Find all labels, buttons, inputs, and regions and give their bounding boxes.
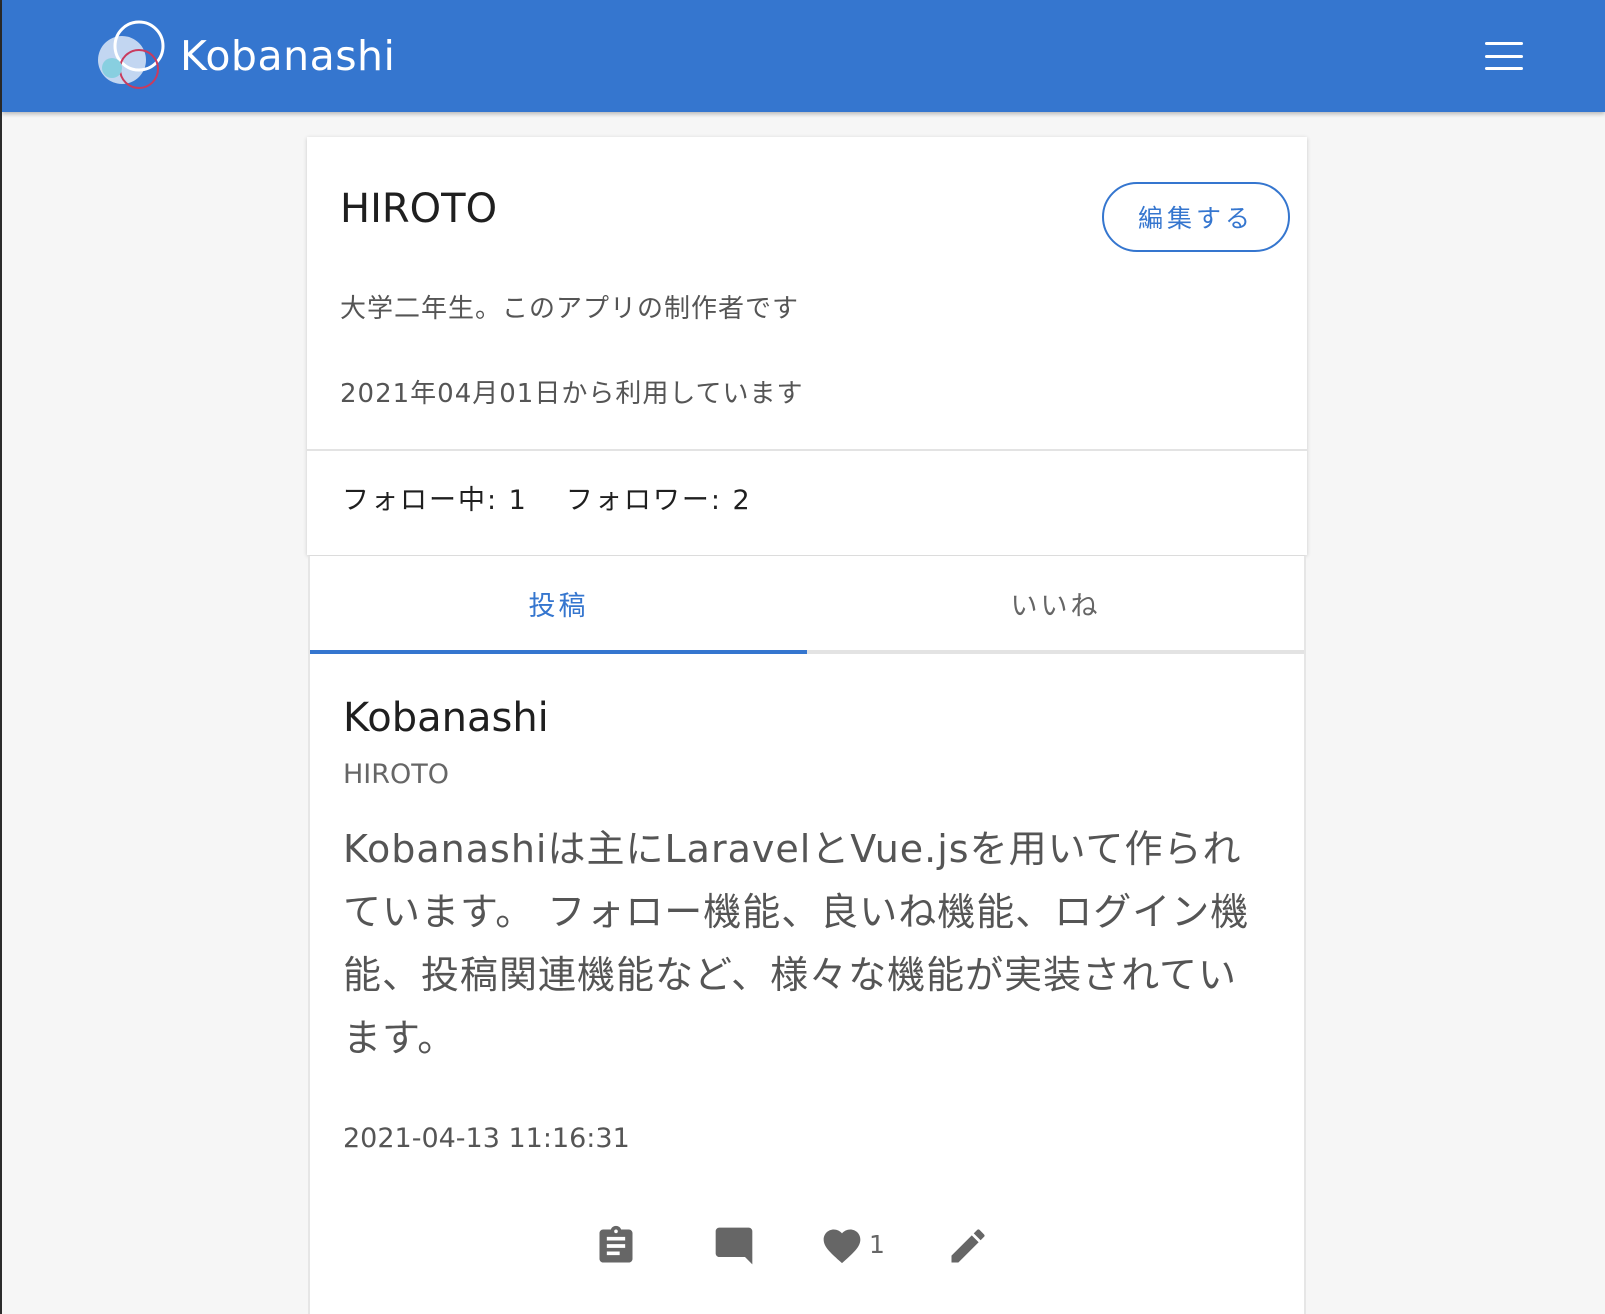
profile-divider <box>307 449 1307 451</box>
heart-icon[interactable] <box>820 1224 864 1268</box>
post-actions: 1 <box>310 1220 1304 1270</box>
profile-tabs: 投稿 いいね <box>310 556 1304 654</box>
profile-content-panel: 投稿 いいね Kobanashi HIROTO Kobanashiは主にLara… <box>308 556 1306 1314</box>
heart-icon-svg <box>823 1229 861 1264</box>
brand[interactable]: Kobanashi <box>94 18 395 94</box>
post-author[interactable]: HIROTO <box>343 761 449 788</box>
post-card: Kobanashi HIROTO Kobanashiは主にLaravelとVue… <box>310 658 1304 1314</box>
comment-icon[interactable] <box>712 1224 756 1268</box>
profile-member-since: 2021年04月01日から利用しています <box>340 379 804 409</box>
following-count[interactable]: フォロー中: 1 <box>342 487 528 514</box>
edit-profile-button[interactable]: 編集する <box>1102 182 1290 252</box>
follow-stats: フォロー中: 1 フォロワー: 2 <box>342 487 752 514</box>
app-header: Kobanashi <box>2 0 1605 112</box>
page: Kobanashi HIROTO 編集する 大学二年生。このアプリの制作者です … <box>0 0 1605 1314</box>
tab-posts[interactable]: 投稿 <box>310 556 807 654</box>
kobanashi-logo-icon <box>98 20 165 89</box>
menu-line <box>1485 54 1523 58</box>
hamburger-menu-icon[interactable] <box>1485 42 1523 70</box>
profile-bio: 大学二年生。このアプリの制作者です <box>340 294 800 324</box>
edit-icon-svg <box>951 1229 985 1263</box>
brand-title: Kobanashi <box>180 31 396 80</box>
profile-name: HIROTO <box>340 186 498 232</box>
menu-line <box>1485 42 1523 45</box>
comment-icon-svg <box>715 1227 753 1265</box>
clipboard-icon-svg <box>599 1225 633 1263</box>
clipboard-icon[interactable] <box>594 1224 638 1268</box>
like-count: 1 <box>869 1230 885 1259</box>
post-title[interactable]: Kobanashi <box>343 698 549 738</box>
post-date: 2021-04-13 11:16:31 <box>343 1123 630 1154</box>
menu-line <box>1485 67 1523 70</box>
tab-likes[interactable]: いいね <box>807 556 1304 650</box>
followers-count[interactable]: フォロワー: 2 <box>566 487 752 514</box>
edit-icon[interactable] <box>946 1224 990 1268</box>
post-body: Kobanashiは主にLaravelとVue.jsを用いて作られています。 フ… <box>343 827 1250 1060</box>
profile-card: HIROTO 編集する 大学二年生。このアプリの制作者です 2021年04月01… <box>307 137 1307 555</box>
